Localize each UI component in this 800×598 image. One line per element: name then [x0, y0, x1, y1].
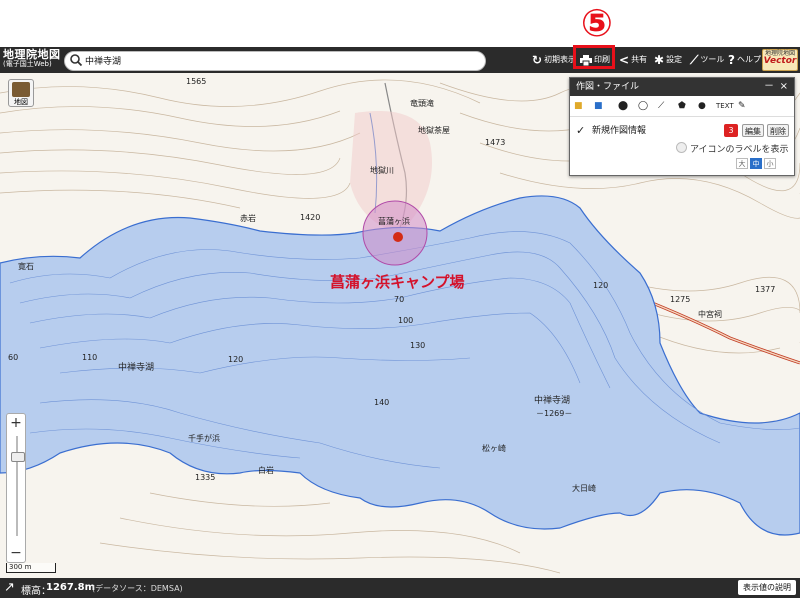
arrow-icon: ↗	[4, 580, 15, 595]
layer-select-button[interactable]: 地図	[8, 79, 34, 107]
help-button[interactable]: ? ヘルプ	[728, 51, 761, 69]
size-medium-button[interactable]: 中	[750, 158, 762, 169]
help-label: ヘルプ	[736, 55, 761, 64]
search-box[interactable]	[64, 51, 486, 71]
drawing-file-panel: 作図・ファイル － × ■ ■ ⬤ ◯ ⟋ ⬟ ● TEXT ✎ ✓ 新規作図情…	[569, 77, 795, 176]
tools-icon: ⟋	[690, 53, 699, 67]
label-toggle[interactable]: アイコンのラベルを表示	[676, 142, 789, 157]
size-small-button[interactable]: 小	[764, 158, 776, 169]
map-label: 大日崎	[572, 484, 596, 493]
point-icon[interactable]: ●	[698, 99, 706, 113]
radio-icon	[676, 142, 687, 153]
map-label: 赤岩	[240, 214, 256, 223]
map-label: 1377	[755, 285, 776, 294]
lake-name-label: 中禅寺湖	[118, 363, 155, 373]
elevation-value: 1267.8m	[46, 582, 96, 593]
open-folder-icon[interactable]: ■	[574, 99, 583, 113]
map-label: 140	[374, 398, 390, 407]
route-number-label: 120	[593, 281, 609, 290]
zoom-control: + −	[6, 413, 26, 563]
vector-logo-bottom: Vector	[763, 56, 797, 66]
map-label: 1565	[186, 77, 207, 86]
map-label: 120	[228, 355, 244, 364]
zoom-out-button[interactable]: −	[7, 544, 25, 562]
share-label: 共有	[631, 55, 648, 64]
map-label: 100	[398, 316, 414, 325]
close-button[interactable]: ×	[780, 78, 788, 96]
map-thumbnail-icon	[12, 82, 30, 97]
item-count-badge: 3	[724, 124, 738, 137]
settings-label: 設定	[666, 55, 683, 64]
camp-site-label: 菖蒲ヶ浜キャンプ場	[330, 273, 465, 291]
map-label: 130	[410, 341, 426, 350]
map-label: 1335	[195, 473, 216, 482]
tools-button[interactable]: ⟋ ツール	[690, 51, 724, 69]
map-label: 110	[82, 353, 98, 362]
panel-header: 作図・ファイル － ×	[570, 78, 794, 96]
checkbox-icon[interactable]: ✓	[576, 123, 585, 139]
logo-subtitle: (電子国土Web)	[3, 60, 52, 68]
vector-map-logo[interactable]: 地理院地図 Vector	[762, 49, 798, 71]
layer-button-label: 地図	[14, 98, 28, 106]
refresh-icon: ↻	[532, 53, 543, 67]
search-icon	[70, 54, 83, 67]
help-icon: ?	[728, 53, 735, 67]
minimize-button[interactable]: －	[764, 78, 774, 96]
save-icon[interactable]: ■	[594, 99, 603, 113]
lake-elevation-label: －1269－	[536, 409, 573, 418]
data-source: (データソース：DEMSA)	[92, 584, 183, 593]
gsi-logo[interactable]: 地理院地図 (電子国土Web)	[3, 49, 61, 71]
map-label: 菖蒲ヶ浜	[378, 217, 410, 226]
map-label: 60	[8, 353, 19, 362]
map-label: 70	[394, 295, 405, 304]
settings-button[interactable]: ✱ 設定	[654, 51, 682, 69]
logo-title: 地理院地図	[3, 48, 61, 61]
layer-row: ✓ 新規作図情報 3 編集 削除	[576, 123, 789, 139]
size-large-button[interactable]: 大	[736, 158, 748, 169]
map-label: 白岩	[258, 466, 274, 475]
gear-icon: ✱	[654, 53, 665, 67]
map-label: 1473	[485, 138, 506, 147]
map-label: 竜頭滝	[410, 99, 434, 108]
map-label: 1275	[670, 295, 691, 304]
scale-bar: 300 m	[6, 563, 56, 573]
zoom-in-button[interactable]: +	[7, 414, 25, 432]
delete-button[interactable]: 削除	[767, 124, 789, 137]
map-label: 中宮祠	[698, 310, 722, 319]
map-label: 1420	[300, 213, 321, 222]
edit-icon[interactable]: ✎	[738, 99, 746, 113]
map-label: 寛石	[18, 262, 34, 271]
panel-title: 作図・ファイル	[576, 82, 640, 92]
lake-name-label: 中禅寺湖	[534, 396, 571, 406]
print-button-highlight	[573, 45, 615, 69]
share-button[interactable]: < 共有	[619, 51, 647, 69]
zoom-slider-track[interactable]	[16, 436, 18, 536]
step-number-marker: ⑤	[580, 1, 614, 45]
drawing-toolbar: ■ ■ ⬤ ◯ ⟋ ⬟ ● TEXT ✎	[570, 96, 794, 117]
tools-label: ツール	[700, 55, 725, 64]
map-label: 地獄茶屋	[418, 126, 450, 135]
share-icon: <	[619, 53, 630, 67]
map-label: 千手が浜	[188, 434, 220, 443]
top-toolbar: 地理院地図 (電子国土Web) ↻ 初期表示 印刷 < 共有 ✱ 設定 ⟋ ツー…	[0, 47, 800, 73]
status-bar: ↗ 標高： 1267.8m (データソース：DEMSA) 表示値の説明	[0, 578, 800, 598]
initial-view-label: 初期表示	[544, 55, 577, 64]
layer-name: 新規作図情報	[592, 126, 647, 136]
polygon-icon[interactable]: ⬟	[678, 99, 686, 113]
explain-values-button[interactable]: 表示値の説明	[738, 580, 796, 595]
label-toggle-text: アイコンのラベルを表示	[690, 145, 789, 155]
zoom-slider-handle[interactable]	[11, 452, 25, 462]
search-input[interactable]	[85, 53, 475, 68]
map-label: 地獄川	[370, 166, 394, 175]
text-tool-button[interactable]: TEXT	[716, 99, 734, 113]
map-label: 松ヶ崎	[482, 444, 506, 453]
initial-view-button[interactable]: ↻ 初期表示	[532, 51, 576, 69]
edit-button[interactable]: 編集	[742, 124, 764, 137]
line-icon[interactable]: ⟋	[658, 99, 664, 113]
circle-icon[interactable]: ◯	[638, 99, 648, 113]
marker-icon[interactable]: ⬤	[618, 99, 628, 113]
